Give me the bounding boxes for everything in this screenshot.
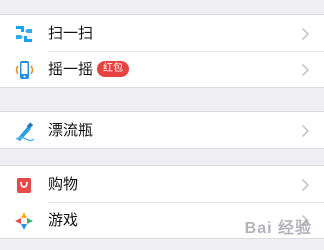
menu-item-label: 购物 (48, 175, 79, 193)
menu-item-scan[interactable]: 扫一扫 (0, 15, 324, 51)
menu-item-label: 游戏 (48, 211, 79, 229)
menu-item-label: 漂流瓶 (48, 121, 94, 139)
chevron-right-icon (301, 123, 310, 138)
shake-icon (13, 59, 35, 81)
discover-group-1: 扫一扫 摇一摇 红包 (0, 14, 324, 88)
chevron-right-icon (301, 26, 310, 41)
drift-bottle-icon (13, 120, 35, 142)
menu-item-label: 扫一扫 (48, 24, 94, 42)
watermark: Bai 经验 (244, 220, 312, 237)
red-packet-badge: 红包 (97, 61, 129, 77)
chevron-right-icon (301, 62, 310, 77)
menu-item-shopping[interactable]: 购物 (0, 166, 324, 202)
discover-group-2: 漂流瓶 (0, 111, 324, 149)
games-icon (13, 210, 35, 232)
menu-item-shake[interactable]: 摇一摇 红包 (0, 51, 324, 87)
menu-item-label: 摇一摇 (48, 60, 94, 78)
scan-icon (13, 23, 35, 45)
menu-item-drift-bottle[interactable]: 漂流瓶 (0, 112, 324, 148)
chevron-right-icon (301, 177, 310, 192)
shopping-icon (13, 174, 35, 196)
